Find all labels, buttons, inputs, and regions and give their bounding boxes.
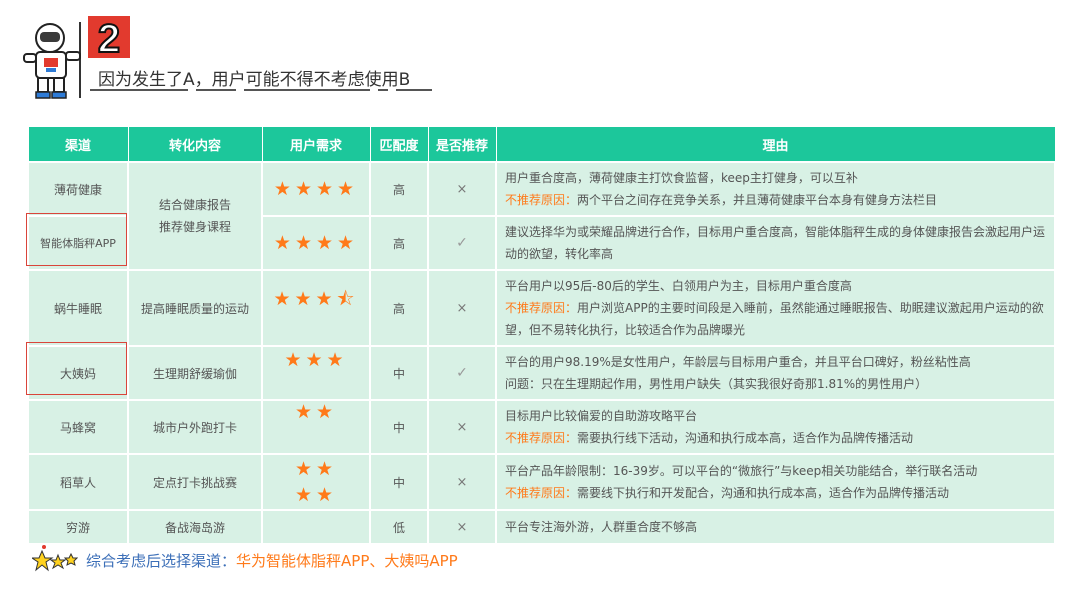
table-row: 马蜂窝 城市户外跑打卡 ★★ 中 × 目标用户比较偏爱的自助游攻略平台 不推荐原… (27, 399, 1056, 455)
reason-line: 平台用户以95后-80后的学生、白领用户为主，目标用户重合度高 (505, 279, 852, 293)
reason-line: 平台产品年龄限制：16-39岁。可以平台的“微旅行”与keep相关功能结合，举行… (505, 464, 978, 478)
reason-prefix: 不推荐原因： (505, 193, 578, 207)
rating-stars: ★★★★ (273, 232, 359, 254)
page-title: 因为发生了A，用户可能不得不考虑使用B (98, 70, 411, 90)
conclusion: 综合考虑后选择渠道： 华为智能体脂秤APP、大姨吗APP (32, 545, 458, 575)
content-line: 结合健康报告 (158, 198, 231, 212)
title-underline-2 (196, 89, 236, 91)
content-cell: 城市户外跑打卡 (127, 399, 263, 455)
content-cell: 备战海岛游 (127, 509, 263, 545)
reason-line: 建议选择华为或荣耀品牌进行合作，目标用户重合度高，智能体脂秤生成的身体健康报告会… (505, 225, 1046, 261)
reason-line: 目标用户比较偏爱的自助游攻略平台 (505, 409, 698, 423)
reason-cell: 平台专注海外游，人群重合度不够高 (495, 509, 1056, 545)
recommend-cell: ✓ (427, 215, 497, 271)
reason-cell: 建议选择华为或荣耀品牌进行合作，目标用户重合度高，智能体脂秤生成的身体健康报告会… (495, 215, 1056, 271)
reason-cell: 平台的用户98.19%是女性用户，年龄层与目标用户重合，并且平台口碑好，粉丝粘性… (495, 345, 1056, 401)
recommend-cell: × (427, 269, 497, 347)
recommend-cell: × (427, 453, 497, 511)
match-cell: 高 (369, 269, 429, 347)
conclusion-label: 综合考虑后选择渠道： (86, 551, 237, 570)
stars-cell: ★★★ (261, 345, 371, 401)
channel-cell: 蜗牛睡眠 (27, 269, 129, 347)
content-cell: 定点打卡挑战赛 (127, 453, 263, 511)
reason-line: 问题：只在生理期起作用，男性用户缺失（其实我很好奇那1.81%的男性用户） (505, 377, 928, 391)
match-cell: 中 (369, 453, 429, 511)
title-underline-5 (396, 89, 432, 91)
reason-cell: 目标用户比较偏爱的自助游攻略平台 不推荐原因：需要执行线下活动，沟通和执行成本高… (495, 399, 1056, 455)
match-cell: 中 (369, 345, 429, 401)
recommend-cell: × (427, 399, 497, 455)
highlight-box-smart-scale (26, 213, 127, 266)
col-header-content: 转化内容 (127, 126, 263, 163)
table-row: 稻草人 定点打卡挑战赛 ★★ ★★ 中 × 平台产品年龄限制：16-39岁。可以… (27, 453, 1056, 511)
sparkle-stars-icon (32, 545, 78, 572)
reason-cell: 平台用户以95后-80后的学生、白领用户为主，目标用户重合度高 不推荐原因：用户… (495, 269, 1056, 347)
recommend-cell: × (427, 161, 497, 217)
recommend-cell: ✓ (427, 345, 497, 401)
col-header-demand: 用户需求 (261, 126, 371, 163)
rating-stars: ★★★★ (273, 178, 359, 200)
rating-stars: ★★ (294, 484, 338, 506)
stars-cell: ★★ (261, 399, 371, 455)
channel-cell: 马蜂窝 (27, 399, 129, 455)
reason-prefix: 不推荐原因： (505, 431, 578, 445)
table-row: 大姨妈 生理期舒缓瑜伽 ★★★ 中 ✓ 平台的用户98.19%是女性用户，年龄层… (27, 345, 1056, 401)
table-row: 薄荷健康 结合健康报告 推荐健身课程 ★★★★ 高 × 用户重合度高，薄荷健康主… (27, 161, 1056, 271)
recommend-cell: × (427, 509, 497, 545)
title-underline-4 (378, 89, 388, 91)
channel-cell: 薄荷健康 (27, 161, 129, 217)
channel-table: 渠道 转化内容 用户需求 匹配度 是否推荐 理由 薄荷健康 结合健康报告 推荐健… (27, 126, 1056, 545)
match-cell: 低 (369, 509, 429, 545)
stars-cell (261, 509, 371, 545)
col-header-reason: 理由 (495, 126, 1056, 163)
reason-cell: 用户重合度高，薄荷健康主打饮食监督，keep主打健身，可以互补 不推荐原因：两个… (495, 161, 1056, 217)
stars-cell: ★★★⯪ (261, 269, 371, 347)
match-cell: 中 (369, 399, 429, 455)
match-cell: 高 (369, 215, 429, 271)
table-row: 穷游 备战海岛游 低 × 平台专注海外游，人群重合度不够高 (27, 509, 1056, 545)
col-header-channel: 渠道 (27, 126, 129, 163)
stars-cell: ★★ ★★ (261, 453, 371, 511)
reason-line: 用户重合度高，薄荷健康主打饮食监督，keep主打健身，可以互补 (505, 171, 858, 185)
reason-cell: 平台产品年龄限制：16-39岁。可以平台的“微旅行”与keep相关功能结合，举行… (495, 453, 1056, 511)
reason-line: 需要线下执行和开发配合，沟通和执行成本高，适合作为品牌传播活动 (577, 486, 950, 500)
title-underline-1 (90, 89, 188, 91)
col-header-match: 匹配度 (369, 126, 429, 163)
highlight-box-dayima (26, 342, 127, 395)
rating-stars: ★★ (294, 458, 338, 480)
table-row: 蜗牛睡眠 提高睡眠质量的运动 ★★★⯪ 高 × 平台用户以95后-80后的学生、… (27, 269, 1056, 347)
col-header-recommend: 是否推荐 (427, 126, 497, 163)
content-line: 推荐健身课程 (158, 220, 231, 234)
reason-prefix: 不推荐原因： (505, 486, 578, 500)
step-number: 2 (98, 17, 120, 61)
title-underline-3 (244, 89, 370, 91)
content-cell: 提高睡眠质量的运动 (127, 269, 263, 347)
rating-stars: ★★★ (284, 349, 348, 371)
reason-line: 需要执行线下活动，沟通和执行成本高，适合作为品牌传播活动 (577, 431, 914, 445)
reason-line: 用户浏览APP的主要时间段是入睡前，虽然能通过睡眠报告、助眠建议激起用户运动的欲… (505, 301, 1044, 337)
reason-line: 平台专注海外游，人群重合度不够高 (505, 520, 698, 534)
rating-stars: ★★ (294, 401, 338, 423)
channel-cell: 稻草人 (27, 453, 129, 511)
stars-cell: ★★★★ (261, 215, 371, 271)
table-header-row: 渠道 转化内容 用户需求 匹配度 是否推荐 理由 (27, 126, 1056, 163)
reason-line: 平台的用户98.19%是女性用户，年龄层与目标用户重合，并且平台口碑好，粉丝粘性… (505, 355, 971, 369)
reason-prefix: 不推荐原因： (505, 301, 578, 315)
content-cell: 生理期舒缓瑜伽 (127, 345, 263, 401)
match-cell: 高 (369, 161, 429, 217)
stars-cell: ★★★★ (261, 161, 371, 217)
reason-line: 两个平台之间存在竞争关系，并且薄荷健康平台本身有健身方法栏目 (577, 193, 938, 207)
conclusion-value: 华为智能体脂秤APP、大姨吗APP (236, 551, 458, 570)
channel-cell: 穷游 (27, 509, 129, 545)
content-cell-merged: 结合健康报告 推荐健身课程 (127, 161, 263, 271)
rating-stars: ★★★⯪ (273, 288, 359, 310)
